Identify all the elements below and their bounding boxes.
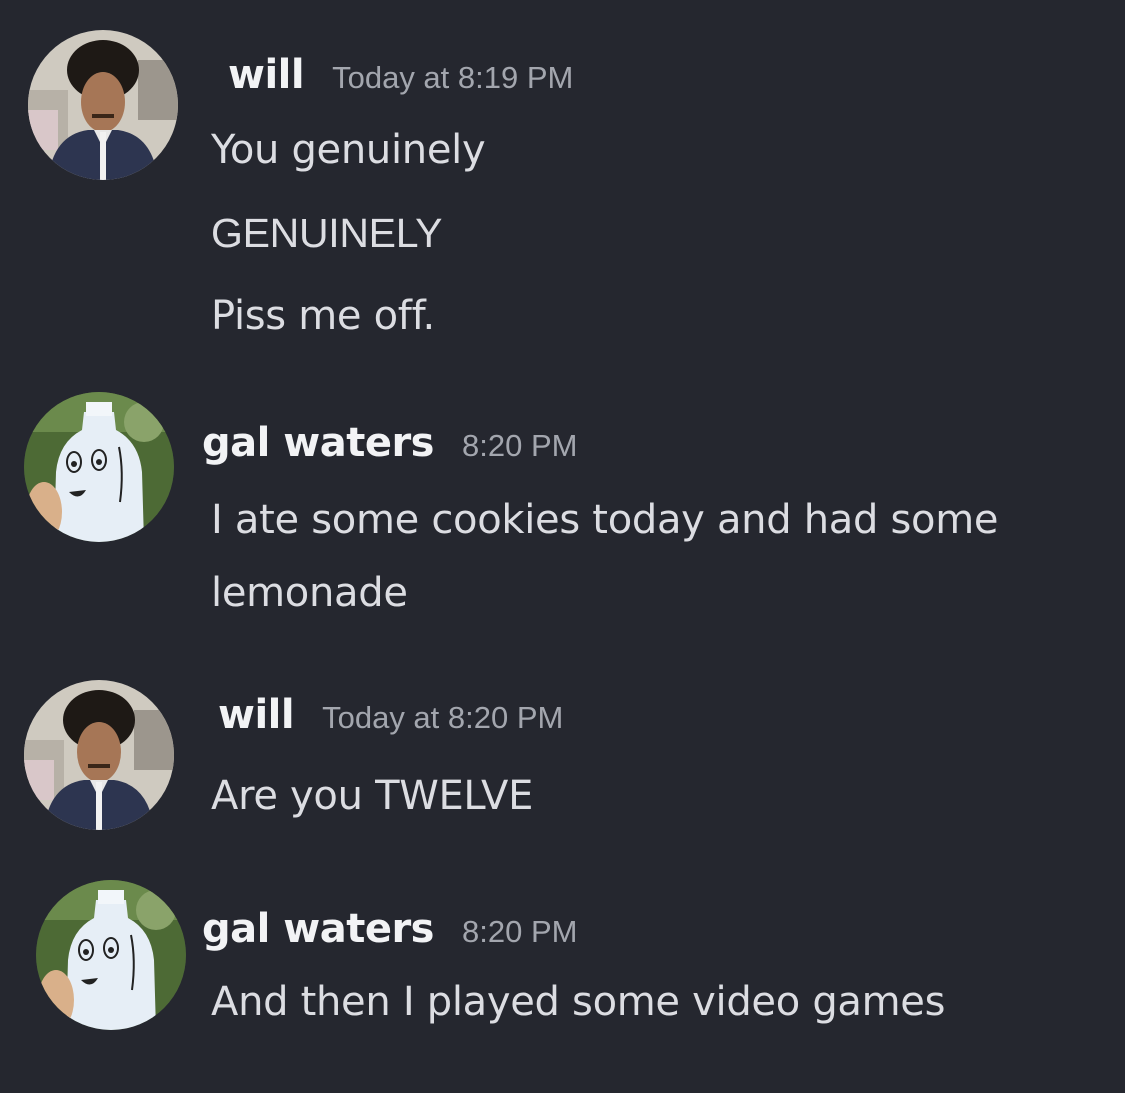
avatar-will[interactable] (28, 30, 178, 180)
message-header: will Today at 8:20 PM (218, 692, 563, 738)
message-text: Are you TWELVE (211, 773, 534, 819)
username[interactable]: gal waters (202, 420, 435, 466)
timestamp: Today at 8:19 PM (332, 60, 574, 95)
username[interactable]: will (228, 52, 305, 98)
milk-jug-face-icon (36, 880, 186, 1030)
message-header: will Today at 8:19 PM (228, 52, 573, 98)
person-photo-icon (24, 680, 174, 830)
timestamp: 8:20 PM (462, 428, 578, 463)
milk-jug-face-icon (24, 392, 174, 542)
avatar-gal-waters[interactable] (24, 392, 174, 542)
timestamp: Today at 8:20 PM (322, 700, 564, 735)
message-header: gal waters 8:20 PM (202, 906, 577, 952)
message-header: gal waters 8:20 PM (202, 420, 577, 466)
message-text: I ate some cookies today and had some (211, 497, 999, 543)
avatar-will[interactable] (24, 680, 174, 830)
timestamp: 8:20 PM (462, 914, 578, 949)
message-text: lemonade (211, 570, 408, 616)
avatar-gal-waters[interactable] (36, 880, 186, 1030)
username[interactable]: will (218, 692, 295, 738)
username[interactable]: gal waters (202, 906, 435, 952)
message-text: You genuinely (211, 127, 486, 173)
message-text: Piss me off. (211, 293, 435, 339)
chat-log: will Today at 8:19 PM You genuinely GENU… (0, 0, 1125, 1093)
message-text: And then I played some video games (211, 979, 946, 1025)
person-photo-icon (28, 30, 178, 180)
message-text: GENUINELY (211, 210, 443, 256)
